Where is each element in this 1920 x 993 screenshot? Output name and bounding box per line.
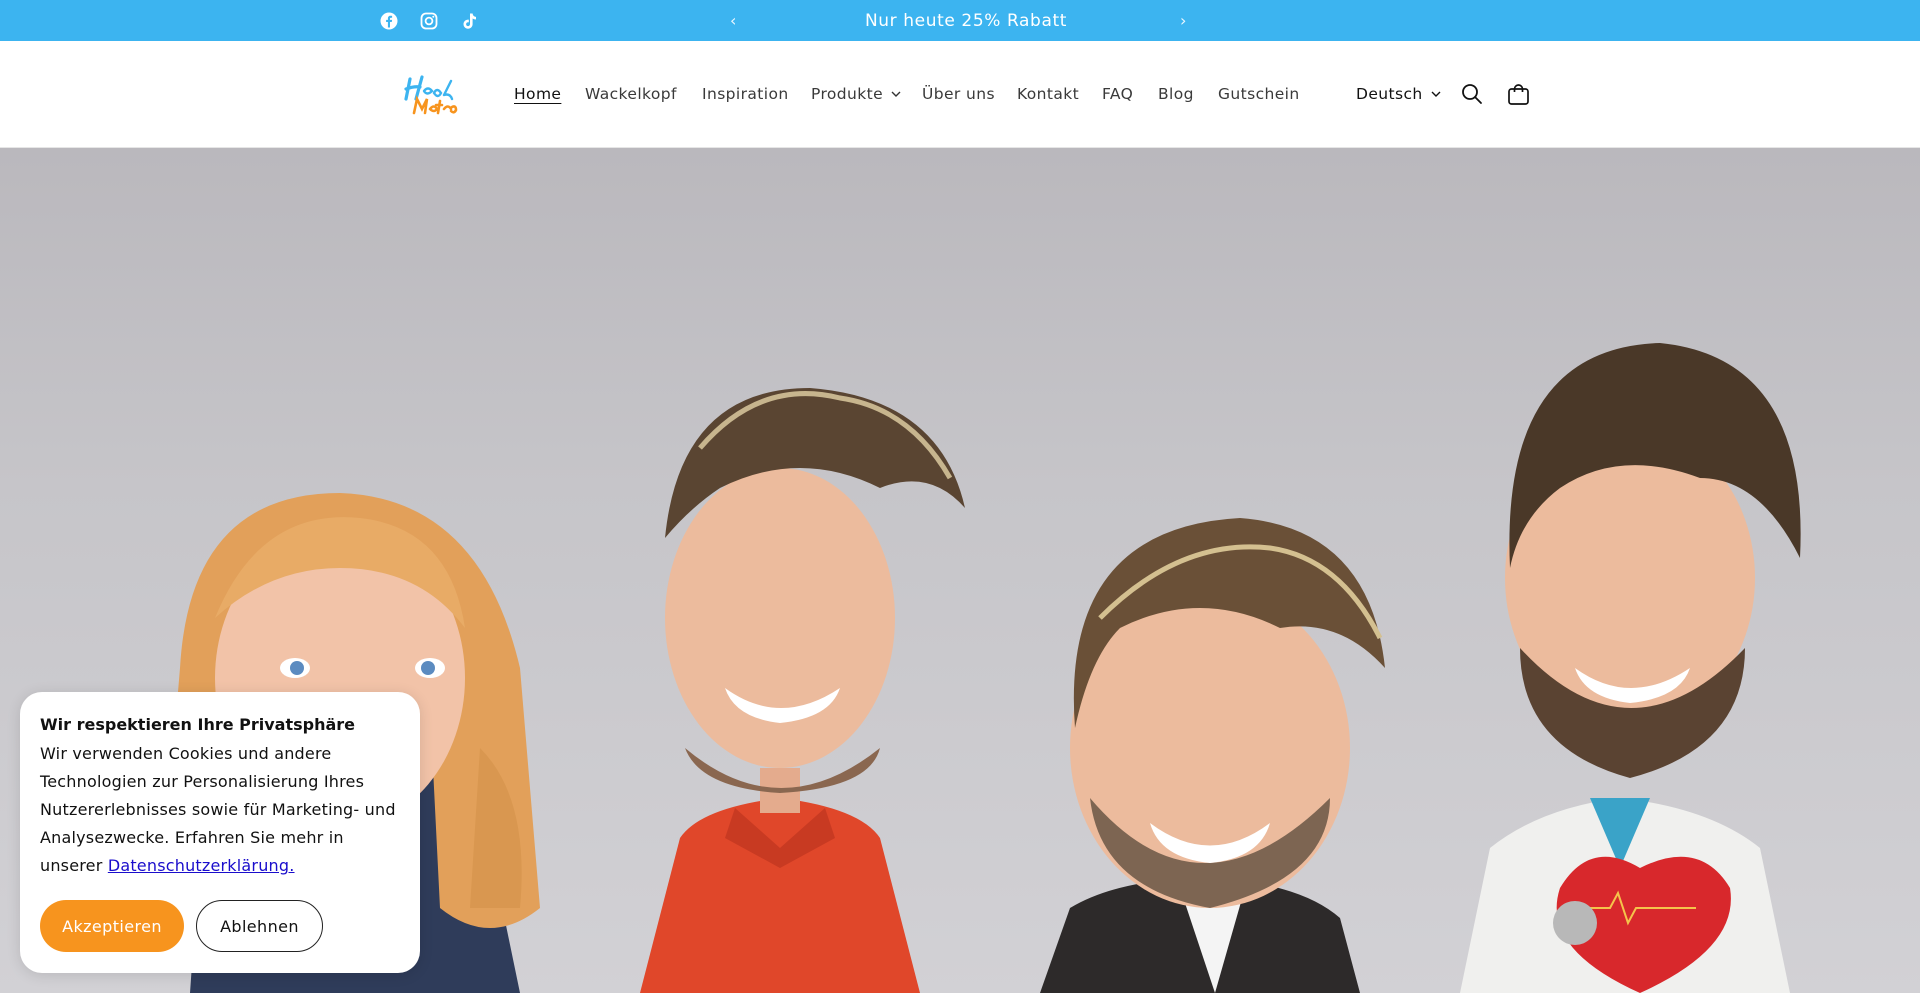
nav-wackelkopf[interactable]: Wackelkopf	[585, 41, 677, 147]
nav-blog[interactable]: Blog	[1158, 41, 1194, 147]
search-icon	[1462, 84, 1482, 104]
announcement-text: Nur heute 25% Rabatt	[864, 10, 1067, 31]
site-header: Home Wackelkopf Inspiration Produkte Übe…	[0, 41, 1920, 148]
facebook-icon[interactable]	[380, 0, 398, 41]
logo[interactable]	[400, 69, 460, 119]
nav-ueber-uns[interactable]: Über uns	[922, 41, 995, 147]
instagram-icon[interactable]	[420, 0, 438, 41]
nav-gutschein[interactable]: Gutschein	[1218, 41, 1300, 147]
chevron-down-icon	[1431, 91, 1441, 97]
figure-red-shirt	[640, 388, 965, 993]
nav-inspiration[interactable]: Inspiration	[702, 41, 789, 147]
tiktok-icon[interactable]	[461, 0, 478, 41]
nav-home[interactable]: Home	[514, 41, 561, 147]
language-selector[interactable]: Deutsch	[1356, 41, 1441, 147]
nav-kontakt[interactable]: Kontakt	[1017, 41, 1079, 147]
cookie-title: Wir respektieren Ihre Privatsphäre	[40, 715, 356, 734]
announcement-bar: ‹ Nur heute 25% Rabatt ›	[0, 0, 1920, 41]
nav-produkte[interactable]: Produkte	[811, 41, 901, 147]
cart-button[interactable]	[1507, 41, 1530, 147]
cart-icon	[1508, 83, 1529, 105]
announcement-next-button[interactable]: ›	[1180, 0, 1186, 41]
figure-doctor	[1460, 343, 1801, 993]
cookie-banner: Wir respektieren Ihre Privatsphäre Wir v…	[20, 692, 420, 973]
nav-faq[interactable]: FAQ	[1102, 41, 1133, 147]
head-mates-logo-icon	[404, 75, 458, 115]
search-button[interactable]	[1461, 41, 1483, 147]
cookie-text: Wir verwenden Cookies und andere Technol…	[40, 740, 405, 880]
decline-cookies-button[interactable]: Ablehnen	[196, 900, 323, 952]
accept-cookies-button[interactable]: Akzeptieren	[40, 900, 184, 952]
chevron-down-icon	[891, 91, 901, 97]
privacy-policy-link[interactable]: Datenschutzerklärung.	[108, 856, 295, 875]
figure-suit	[1040, 518, 1385, 993]
announcement-prev-button[interactable]: ‹	[730, 0, 736, 41]
